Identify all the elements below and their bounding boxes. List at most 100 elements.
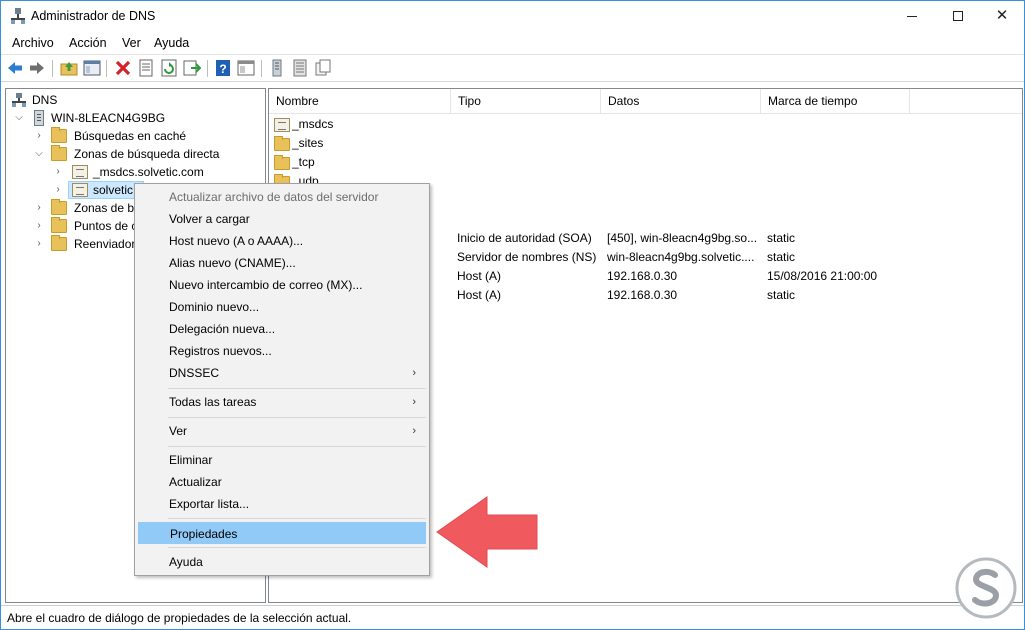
properties-icon[interactable] bbox=[137, 59, 155, 77]
list-icon[interactable] bbox=[291, 59, 309, 77]
zone-file-icon bbox=[274, 118, 290, 132]
title-bar[interactable]: Administrador de DNS ✕ bbox=[1, 1, 1024, 32]
menu-ayuda[interactable]: Ayuda bbox=[154, 36, 189, 50]
submenu-arrow-icon: › bbox=[412, 396, 416, 408]
menu-item-label: Ver bbox=[169, 424, 188, 438]
menu-item-label: Todas las tareas bbox=[169, 395, 257, 409]
menu-ver[interactable]: Ver bbox=[122, 36, 141, 50]
close-button[interactable]: ✕ bbox=[979, 1, 1025, 31]
table-row[interactable]: _tcp bbox=[269, 153, 1022, 172]
server-icon[interactable] bbox=[268, 59, 286, 77]
toolbar-separator bbox=[261, 60, 262, 77]
table-row[interactable]: _sites bbox=[269, 134, 1022, 153]
chevron-right-icon[interactable]: › bbox=[34, 199, 44, 217]
chevron-right-icon[interactable]: › bbox=[34, 217, 44, 235]
menu-item-all-tasks[interactable]: Todas las tareas › bbox=[138, 391, 426, 413]
menu-separator bbox=[168, 417, 426, 418]
tree-label: _msdcs.solvetic.com bbox=[93, 165, 204, 179]
forward-arrow-icon[interactable] bbox=[28, 59, 46, 77]
menu-bar: Archivo Acción Ver Ayuda bbox=[1, 32, 1024, 54]
chevron-right-icon[interactable]: › bbox=[34, 235, 44, 253]
solvetic-logo-icon bbox=[955, 557, 1017, 619]
menu-item-new-mx[interactable]: Nuevo intercambio de correo (MX)... bbox=[138, 274, 426, 296]
cell-timestamp: 15/08/2016 21:00:00 bbox=[767, 269, 878, 283]
table-row[interactable]: _msdcs bbox=[269, 115, 1022, 134]
menu-item-dnssec[interactable]: DNSSEC › bbox=[138, 362, 426, 384]
menu-item-export-list[interactable]: Exportar lista... bbox=[138, 493, 426, 515]
menu-item-new-alias[interactable]: Alias nuevo (CNAME)... bbox=[138, 252, 426, 274]
menu-archivo[interactable]: Archivo bbox=[12, 36, 54, 50]
tree-label: WIN-8LEACN4G9BG bbox=[51, 111, 166, 125]
menu-item-new-host[interactable]: Host nuevo (A o AAAA)... bbox=[138, 230, 426, 252]
tree-item-msdcs-zone[interactable]: › _msdcs.solvetic.com bbox=[10, 163, 260, 181]
server-icon bbox=[34, 110, 44, 126]
tree-item-server[interactable]: ⌵ WIN-8LEACN4G9BG bbox=[10, 109, 260, 127]
svg-text:?: ? bbox=[219, 62, 226, 76]
context-menu: Actualizar archivo de datos del servidor… bbox=[134, 183, 430, 576]
console-icon[interactable] bbox=[237, 59, 255, 77]
minimize-button[interactable] bbox=[889, 1, 935, 31]
column-header-name[interactable]: Nombre bbox=[269, 89, 451, 113]
chevron-right-icon[interactable]: › bbox=[34, 127, 44, 145]
chevron-down-icon[interactable]: ⌵ bbox=[34, 145, 44, 163]
export-icon[interactable] bbox=[183, 59, 201, 77]
folder-icon bbox=[51, 199, 67, 215]
tree-label: Zonas de bú bbox=[74, 201, 141, 215]
tree-item-forward-zones[interactable]: ⌵ Zonas de búsqueda directa bbox=[10, 145, 260, 163]
menu-item-properties[interactable]: Propiedades bbox=[138, 522, 426, 544]
folder-open-icon bbox=[51, 145, 67, 161]
toolbar-separator bbox=[106, 60, 107, 77]
menu-item-view[interactable]: Ver › bbox=[138, 420, 426, 442]
cell-timestamp: static bbox=[767, 231, 796, 245]
menu-item-new-delegation[interactable]: Delegación nueva... bbox=[138, 318, 426, 340]
toolbar: ? bbox=[1, 54, 1024, 82]
up-folder-icon[interactable] bbox=[60, 59, 78, 77]
cell-name: _msdcs bbox=[292, 117, 334, 131]
toolbar-separator bbox=[52, 60, 53, 77]
refresh-icon[interactable] bbox=[160, 59, 178, 77]
menu-item-new-records[interactable]: Registros nuevos... bbox=[138, 340, 426, 362]
folder-icon bbox=[51, 235, 67, 251]
copy-icon[interactable] bbox=[314, 59, 332, 77]
menu-separator bbox=[168, 547, 426, 548]
tree-label: Búsquedas en caché bbox=[74, 129, 187, 143]
menu-item-update-server-file[interactable]: Actualizar archivo de datos del servidor bbox=[138, 186, 426, 208]
menu-item-delete[interactable]: Eliminar bbox=[138, 449, 426, 471]
show-hide-tree-icon[interactable] bbox=[83, 59, 101, 77]
maximize-icon bbox=[953, 11, 963, 22]
menu-accion[interactable]: Acción bbox=[69, 36, 107, 50]
chevron-down-icon[interactable]: ⌵ bbox=[14, 109, 24, 127]
window-title: Administrador de DNS bbox=[31, 9, 156, 23]
maximize-button[interactable] bbox=[935, 1, 981, 31]
chevron-right-icon[interactable]: › bbox=[53, 163, 63, 181]
tree-item-cache[interactable]: › Búsquedas en caché bbox=[10, 127, 260, 145]
column-header-data[interactable]: Datos bbox=[601, 89, 761, 113]
submenu-arrow-icon: › bbox=[412, 367, 416, 379]
column-header-timestamp[interactable]: Marca de tiempo bbox=[761, 89, 910, 113]
cell-data: 192.168.0.30 bbox=[607, 269, 678, 283]
menu-item-help[interactable]: Ayuda bbox=[138, 551, 426, 573]
tree-item-dns[interactable]: DNS bbox=[10, 91, 250, 109]
toolbar-separator bbox=[207, 60, 208, 77]
zone-file-icon bbox=[72, 165, 88, 179]
menu-item-reload[interactable]: Volver a cargar bbox=[138, 208, 426, 230]
pointer-arrow-icon bbox=[436, 496, 538, 568]
back-arrow-icon[interactable] bbox=[6, 59, 24, 77]
minimize-icon bbox=[907, 15, 917, 17]
tree-label: DNS bbox=[32, 93, 58, 107]
menu-item-new-domain[interactable]: Dominio nuevo... bbox=[138, 296, 426, 318]
column-header-type[interactable]: Tipo bbox=[451, 89, 601, 113]
help-icon[interactable]: ? bbox=[214, 59, 232, 77]
menu-separator bbox=[168, 518, 426, 519]
list-header: Nombre Tipo Datos Marca de tiempo bbox=[269, 89, 1022, 114]
tree-label: Zonas de búsqueda directa bbox=[74, 147, 220, 161]
menu-item-refresh[interactable]: Actualizar bbox=[138, 471, 426, 493]
cell-data: win-8leacn4g9bg.solvetic.... bbox=[607, 250, 755, 264]
cell-type: Inicio de autoridad (SOA) bbox=[457, 231, 592, 245]
cell-type: Host (A) bbox=[457, 269, 502, 283]
status-bar: Abre el cuadro de diálogo de propiedades… bbox=[1, 605, 1024, 629]
chevron-right-icon[interactable]: › bbox=[53, 181, 63, 199]
delete-icon[interactable] bbox=[114, 59, 132, 77]
dns-manager-window: Administrador de DNS ✕ Archivo Acción Ve… bbox=[0, 0, 1025, 630]
close-icon: ✕ bbox=[995, 7, 1009, 24]
